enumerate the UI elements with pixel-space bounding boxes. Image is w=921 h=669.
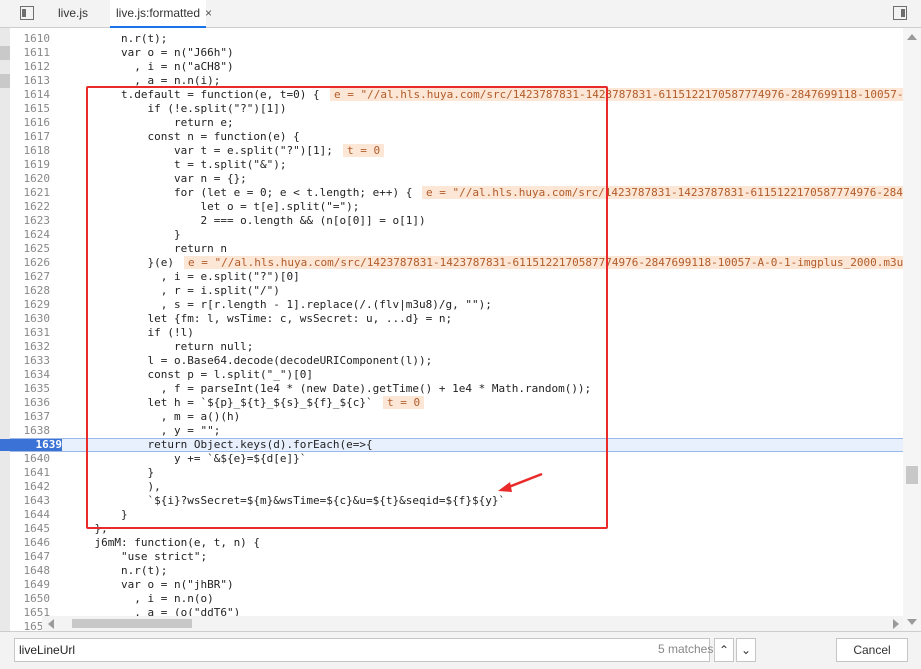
code-text: n.r(t); xyxy=(68,32,168,45)
code-text: "use strict"; xyxy=(68,550,208,563)
line-number[interactable]: 1643 xyxy=(10,494,51,508)
line-number[interactable]: 1615 xyxy=(10,102,51,116)
line-number[interactable]: 1629 xyxy=(10,298,51,312)
search-input[interactable]: liveLineUrl xyxy=(14,638,710,662)
line-number[interactable]: 1626 xyxy=(10,256,51,270)
scroll-up-icon[interactable] xyxy=(907,34,917,40)
line-number[interactable]: 1648 xyxy=(10,564,51,578)
cancel-button[interactable]: Cancel xyxy=(836,638,908,662)
line-number[interactable]: 1613 xyxy=(10,74,51,88)
line-number[interactable]: 1638 xyxy=(10,424,51,438)
code-text: var o = n("jhBR") xyxy=(68,578,234,591)
line-number[interactable]: 1647 xyxy=(10,550,51,564)
tab-bar: live.js live.js:formatted × xyxy=(0,0,921,28)
close-tab-icon[interactable]: × xyxy=(205,6,212,20)
search-bar: liveLineUrl 5 matches ⌃ ⌄ Cancel xyxy=(0,631,921,669)
line-number[interactable]: 1631 xyxy=(10,326,51,340)
line-number[interactable]: 1622 xyxy=(10,200,51,214)
line-number[interactable]: 1625 xyxy=(10,242,51,256)
code-text: j6mM: function(e, t, n) { xyxy=(68,536,261,549)
line-number[interactable]: 1642 xyxy=(10,480,51,494)
code-line[interactable]: 1610 n.r(t); xyxy=(10,32,903,46)
next-match-button[interactable]: ⌄ xyxy=(736,638,756,662)
line-number[interactable]: 1640 xyxy=(10,452,51,466)
line-number[interactable]: 1620 xyxy=(10,172,51,186)
toggle-debugger-icon[interactable] xyxy=(893,6,907,20)
line-number[interactable]: 1636 xyxy=(10,396,51,410)
line-number[interactable]: 1630 xyxy=(10,312,51,326)
arrow-annotation-icon xyxy=(498,472,543,492)
line-number[interactable]: 1616 xyxy=(10,116,51,130)
tab-live-js-formatted[interactable]: live.js:formatted xyxy=(110,0,207,28)
line-number[interactable]: 1649 xyxy=(10,578,51,592)
code-text: , i = n.n(o) xyxy=(68,592,214,605)
previous-match-button[interactable]: ⌃ xyxy=(714,638,734,662)
line-number[interactable]: 1619 xyxy=(10,158,51,172)
line-number[interactable]: 1627 xyxy=(10,270,51,284)
scroll-right-icon[interactable] xyxy=(893,619,899,629)
toggle-navigator-icon[interactable] xyxy=(20,6,34,20)
line-number[interactable]: 1617 xyxy=(10,130,51,144)
code-line[interactable]: 1649 var o = n("jhBR") xyxy=(10,578,903,592)
line-number[interactable]: 1639 xyxy=(0,439,62,451)
horizontal-scrollbar[interactable] xyxy=(42,616,903,631)
line-number[interactable]: 1645 xyxy=(10,522,51,536)
code-line[interactable]: 1612 , i = n("aCH8") xyxy=(10,60,903,74)
highlight-annotation-box xyxy=(86,86,608,529)
line-number[interactable]: 1621 xyxy=(10,186,51,200)
line-number[interactable]: 1611 xyxy=(10,46,51,60)
line-number[interactable]: 1610 xyxy=(10,32,51,46)
code-text: , i = n("aCH8") xyxy=(68,60,234,73)
line-number[interactable]: 1650 xyxy=(10,592,51,606)
line-number[interactable]: 1618 xyxy=(10,144,51,158)
line-number[interactable]: 1637 xyxy=(10,410,51,424)
code-text: var o = n("J66h") xyxy=(68,46,234,59)
code-line[interactable]: 1646 j6mM: function(e, t, n) { xyxy=(10,536,903,550)
code-line[interactable]: 1611 var o = n("J66h") xyxy=(10,46,903,60)
line-number[interactable]: 1646 xyxy=(10,536,51,550)
code-text: n.r(t); xyxy=(68,564,168,577)
line-number[interactable]: 1634 xyxy=(10,368,51,382)
line-number[interactable]: 1644 xyxy=(10,508,51,522)
h-scroll-thumb[interactable] xyxy=(72,619,192,628)
code-line[interactable]: 1650 , i = n.n(o) xyxy=(10,592,903,606)
scroll-thumb[interactable] xyxy=(906,466,918,484)
line-number[interactable]: 1632 xyxy=(10,340,51,354)
code-line[interactable]: 1647 "use strict"; xyxy=(10,550,903,564)
breakpoint-strip[interactable] xyxy=(0,28,10,631)
line-number[interactable]: 1624 xyxy=(10,228,51,242)
line-number[interactable]: 1635 xyxy=(10,382,51,396)
vertical-scrollbar[interactable] xyxy=(903,28,921,631)
line-number[interactable]: 1628 xyxy=(10,284,51,298)
line-number[interactable]: 1612 xyxy=(10,60,51,74)
line-number[interactable]: 1641 xyxy=(10,466,51,480)
match-count: 5 matches xyxy=(658,642,714,656)
line-number[interactable]: 1623 xyxy=(10,214,51,228)
line-number[interactable]: 1633 xyxy=(10,354,51,368)
tab-live-js[interactable]: live.js xyxy=(52,0,94,27)
line-number[interactable]: 1614 xyxy=(10,88,51,102)
code-line[interactable]: 1648 n.r(t); xyxy=(10,564,903,578)
scroll-left-icon[interactable] xyxy=(48,619,54,629)
scroll-down-icon[interactable] xyxy=(907,619,917,625)
